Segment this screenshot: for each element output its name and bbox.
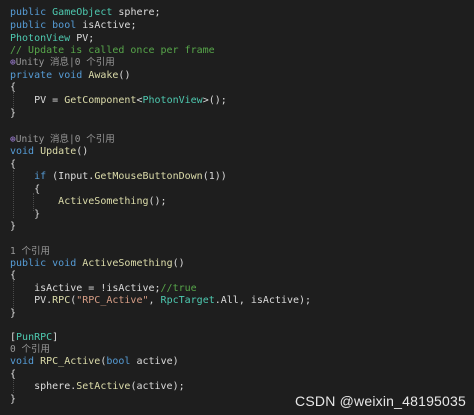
code-line-call-activesomething[interactable]: ActiveSomething();: [10, 196, 167, 208]
code-line-brace[interactable]: }: [10, 308, 16, 320]
code-line-activesomething-signature[interactable]: public void ActiveSomething(): [10, 258, 185, 270]
code-line-brace[interactable]: }: [10, 221, 16, 233]
code-text: (Input.: [46, 171, 95, 182]
keyword: public: [10, 7, 47, 18]
code-line-getcomponent[interactable]: PV = GetComponent<PhotonView>();: [10, 95, 227, 107]
code-text: (): [172, 258, 185, 269]
keyword: if: [34, 171, 47, 182]
comment: // Update is called once per frame: [10, 45, 215, 56]
method-name: Awake: [88, 70, 119, 81]
keyword: void: [10, 146, 35, 157]
method-name: SetActive: [76, 381, 131, 392]
method-name: ActiveSomething: [82, 258, 173, 269]
watermark: CSDN @weixin_48195035: [295, 393, 466, 409]
code-text: .All, isActive);: [214, 295, 312, 306]
brace: }: [10, 108, 17, 119]
code-text: active): [130, 356, 179, 367]
type-name: PhotonView: [142, 95, 203, 106]
keyword: bool: [106, 356, 131, 367]
codelens-text: 0 个引用: [10, 344, 50, 355]
method-name: GetMouseButtonDown: [94, 171, 203, 182]
code-line-attribute[interactable]: [PunRPC]: [10, 332, 58, 344]
type-name: RpcTarget: [160, 295, 215, 306]
code-line-setactive[interactable]: sphere.SetActive(active);: [10, 381, 185, 393]
code-line-awake-signature[interactable]: private void Awake(): [10, 70, 130, 82]
codelens-text: 1 个引用: [10, 246, 50, 257]
brace: }: [10, 308, 17, 319]
code-text: ();: [148, 196, 167, 207]
brace: }: [10, 394, 17, 405]
code-text: sphere.: [34, 381, 77, 392]
keyword: void: [58, 70, 83, 81]
method-name: RPC_Active: [40, 356, 101, 367]
code-text: isActive = !isActive;: [34, 283, 161, 294]
brace: {: [34, 184, 41, 195]
codelens-text: Unity 消息|0 个引用: [15, 57, 115, 68]
method-name: ActiveSomething: [58, 196, 149, 207]
code-text: (active);: [130, 381, 185, 392]
code-text: sphere;: [118, 7, 161, 18]
method-name: GetComponent: [64, 95, 137, 106]
code-line-field-sphere[interactable]: public GameObject sphere;: [10, 7, 161, 19]
code-text: (): [76, 146, 89, 157]
code-text: ,: [148, 295, 161, 306]
brace: {: [10, 82, 17, 93]
code-line-brace[interactable]: }: [10, 209, 40, 221]
code-text: isActive;: [82, 20, 137, 31]
comment: //true: [160, 283, 197, 294]
keyword: public: [10, 20, 47, 31]
code-line-field-pv[interactable]: PhotonView PV;: [10, 33, 94, 45]
code-text: PV =: [34, 95, 65, 106]
code-line-update-signature[interactable]: void Update(): [10, 146, 88, 158]
code-line-brace[interactable]: {: [10, 270, 16, 282]
type-name: PhotonView: [10, 33, 71, 44]
codelens-awake[interactable]: ⊕Unity 消息|0 个引用: [10, 57, 115, 69]
brace: {: [10, 369, 17, 380]
keyword: bool: [52, 20, 77, 31]
code-line-brace[interactable]: {: [10, 184, 40, 196]
code-line-if-statement[interactable]: if (Input.GetMouseButtonDown(1)): [10, 171, 227, 183]
code-line-field-isactive[interactable]: public bool isActive;: [10, 20, 136, 32]
codelens-update[interactable]: ⊕Unity 消息|0 个引用: [10, 134, 115, 146]
code-text: (): [118, 70, 131, 81]
code-line-brace[interactable]: {: [10, 369, 16, 381]
keyword: void: [52, 258, 77, 269]
code-line-comment[interactable]: // Update is called once per frame: [10, 45, 215, 57]
brace: }: [34, 209, 41, 220]
codelens-text: Unity 消息|0 个引用: [15, 134, 115, 145]
brace: {: [10, 159, 17, 170]
code-line-brace[interactable]: }: [10, 394, 16, 406]
type-name: PunRPC: [16, 332, 53, 343]
code-text: PV;: [76, 33, 95, 44]
code-text: PV.: [34, 295, 53, 306]
code-text: (1)): [202, 171, 227, 182]
string-literal: "RPC_Active": [76, 295, 149, 306]
codelens-rpc-active[interactable]: 0 个引用: [10, 344, 50, 356]
code-editor[interactable]: public GameObject sphere; public bool is…: [0, 0, 474, 415]
method-name: RPC: [52, 295, 71, 306]
code-text: ]: [52, 332, 59, 343]
method-name: Update: [40, 146, 77, 157]
codelens-activesomething[interactable]: 1 个引用: [10, 246, 50, 258]
brace: }: [10, 221, 17, 232]
code-line-rpc-call[interactable]: PV.RPC("RPC_Active", RpcTarget.All, isAc…: [10, 295, 311, 307]
type-name: GameObject: [52, 7, 113, 18]
code-line-brace[interactable]: }: [10, 108, 16, 120]
code-line-brace[interactable]: {: [10, 159, 16, 171]
brace: {: [10, 270, 17, 281]
code-line-brace[interactable]: {: [10, 82, 16, 94]
keyword: void: [10, 356, 35, 367]
code-text: >();: [202, 95, 227, 106]
keyword: private: [10, 70, 53, 81]
keyword: public: [10, 258, 47, 269]
code-line-rpc-active-signature[interactable]: void RPC_Active(bool active): [10, 356, 179, 368]
code-line-toggle[interactable]: isActive = !isActive;//true: [10, 283, 197, 295]
